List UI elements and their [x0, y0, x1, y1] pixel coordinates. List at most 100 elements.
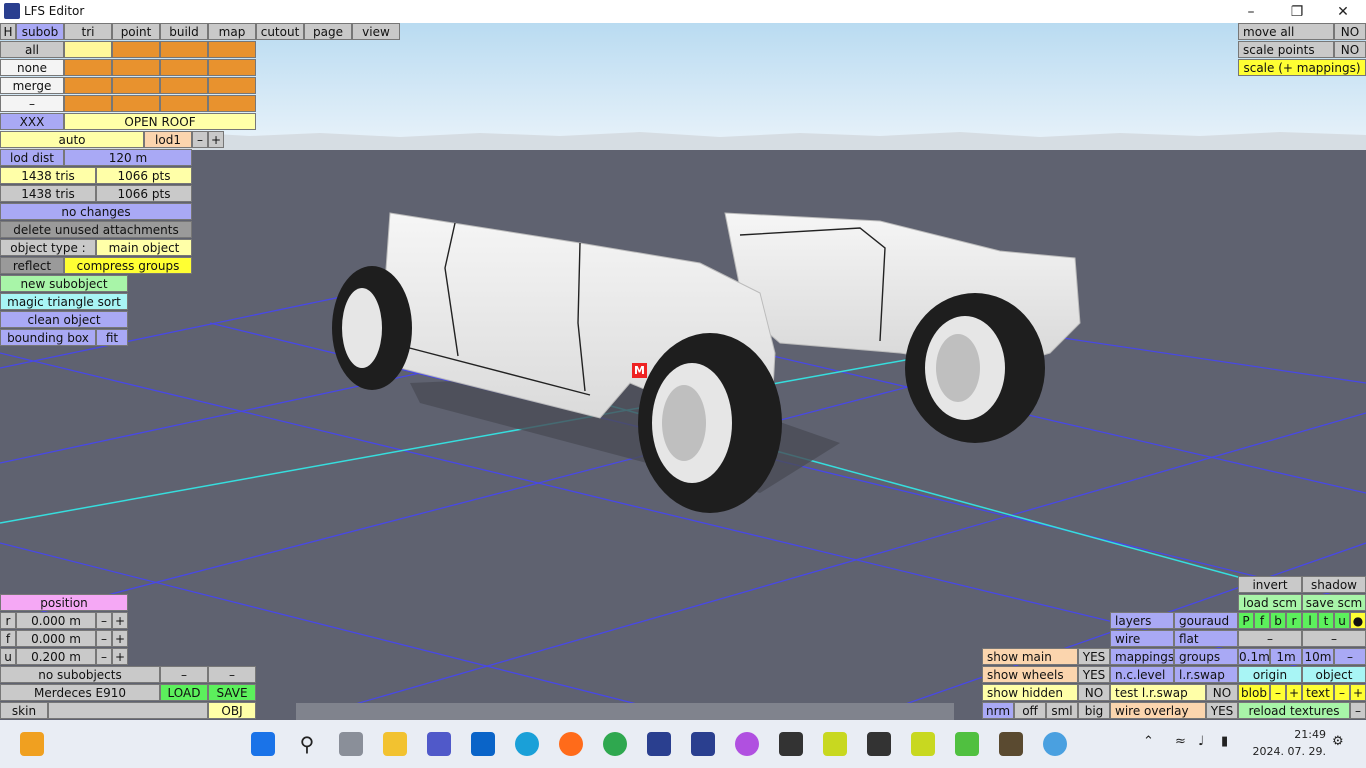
notification-icon[interactable]: ⚙ [1332, 734, 1344, 749]
menu-item-3[interactable]: point [112, 23, 160, 40]
menu-item-6[interactable]: cutout [256, 23, 304, 40]
menu-item-7[interactable]: page [304, 23, 352, 40]
mail-icon[interactable] [471, 732, 495, 756]
game-icon-2[interactable] [823, 732, 847, 756]
color-swatch[interactable] [64, 77, 112, 94]
color-swatch[interactable] [160, 59, 208, 76]
menu-item-8[interactable]: view [352, 23, 400, 40]
maximize-button[interactable]: ❐ [1274, 0, 1320, 23]
save-button[interactable]: SAVE [208, 684, 256, 701]
view-big-button[interactable]: big [1078, 702, 1110, 719]
reload-dash-button[interactable]: – [1350, 702, 1366, 719]
menu-item-4[interactable]: build [160, 23, 208, 40]
file-explorer-icon[interactable] [383, 732, 407, 756]
menu-h-0[interactable]: H [0, 23, 16, 40]
position-minus-button[interactable]: – [96, 630, 112, 647]
color-swatch[interactable] [64, 95, 112, 112]
widgets-icon[interactable] [20, 732, 44, 756]
position-value-field[interactable]: 0.200 m [16, 648, 96, 665]
text-button[interactable]: text [1302, 684, 1334, 701]
chrome-icon[interactable] [603, 732, 627, 756]
test-lr-swap-toggle[interactable]: NO [1206, 684, 1238, 701]
step-10m-button[interactable]: 10m [1302, 648, 1334, 665]
subobjects-dash-1[interactable]: – [160, 666, 208, 683]
lr-swap-button[interactable]: l.r.swap [1174, 666, 1238, 683]
menu-item-2[interactable]: tri [64, 23, 112, 40]
color-swatch[interactable] [64, 59, 112, 76]
chevron-up-icon[interactable]: ⌃ [1143, 734, 1154, 749]
edge-icon[interactable] [515, 732, 539, 756]
scale-points-toggle[interactable]: NO [1334, 41, 1366, 58]
reload-textures-button[interactable]: reload textures [1238, 702, 1350, 719]
object-type-select[interactable]: main object [96, 239, 192, 256]
clock[interactable]: 21:49 2024. 07. 29. [1253, 726, 1326, 760]
minimize-button[interactable]: – [1228, 0, 1274, 23]
nc-level-button[interactable]: n.c.level [1110, 666, 1174, 683]
blob-plus-button[interactable]: + [1286, 684, 1302, 701]
new-subobject-button[interactable]: new subobject [0, 275, 128, 292]
lod-dist-label[interactable]: lod dist [0, 149, 64, 166]
object-button[interactable]: object [1302, 666, 1366, 683]
mappings-button[interactable]: mappings [1110, 648, 1174, 665]
wifi-icon[interactable]: ≈ [1175, 734, 1186, 749]
color-swatch[interactable] [112, 95, 160, 112]
battery-icon[interactable]: ▮ [1221, 734, 1228, 749]
move-all-toggle[interactable]: NO [1334, 23, 1366, 40]
volume-icon[interactable]: ♩ [1198, 734, 1204, 749]
menu-item-5[interactable]: map [208, 23, 256, 40]
view-letter-0[interactable]: P [1238, 612, 1254, 629]
game-icon-1[interactable] [779, 732, 803, 756]
select-all-button[interactable]: all [0, 41, 64, 58]
select-none-button[interactable]: none [0, 59, 64, 76]
view-off-button[interactable]: off [1014, 702, 1046, 719]
view-sml-button[interactable]: sml [1046, 702, 1078, 719]
color-swatch[interactable] [208, 95, 256, 112]
bounding-box-button[interactable]: bounding box [0, 329, 96, 346]
view-letter-3[interactable]: r [1286, 612, 1302, 629]
xxx-button[interactable]: XXX [0, 113, 64, 130]
lod-minus-button[interactable]: – [192, 131, 208, 148]
view-letter-7[interactable]: ● [1350, 612, 1366, 629]
step-0-1m-button[interactable]: 0.1m [1238, 648, 1270, 665]
dash-left-button[interactable]: – [1238, 630, 1302, 647]
flat-button[interactable]: flat [1174, 630, 1238, 647]
shadow-button[interactable]: shadow [1302, 576, 1366, 593]
position-minus-button[interactable]: – [96, 612, 112, 629]
lfs-editor-icon[interactable] [691, 732, 715, 756]
obj-button[interactable]: OBJ [208, 702, 256, 719]
close-button[interactable]: ✕ [1320, 0, 1366, 23]
lod-plus-button[interactable]: + [208, 131, 224, 148]
origin-marker[interactable]: M [632, 363, 647, 378]
color-swatch[interactable] [112, 41, 160, 58]
color-swatch[interactable] [160, 95, 208, 112]
lod-dist-value[interactable]: 120 m [64, 149, 192, 166]
view-letter-5[interactable]: t [1318, 612, 1334, 629]
horizontal-scrollbar[interactable] [296, 703, 954, 720]
position-minus-button[interactable]: – [96, 648, 112, 665]
color-swatch[interactable] [160, 41, 208, 58]
view-letter-1[interactable]: f [1254, 612, 1270, 629]
show-hidden-toggle[interactable]: NO [1078, 684, 1110, 701]
game-icon-4[interactable] [911, 732, 935, 756]
merge-button[interactable]: merge [0, 77, 64, 94]
magic-triangle-sort-button[interactable]: magic triangle sort [0, 293, 128, 310]
menu-item-1[interactable]: subob [16, 23, 64, 40]
text-plus-button[interactable]: + [1350, 684, 1366, 701]
color-swatch[interactable] [64, 41, 112, 58]
reflect-button[interactable]: reflect [0, 257, 64, 274]
invert-button[interactable]: invert [1238, 576, 1302, 593]
subobject-name-field[interactable]: OPEN ROOF [64, 113, 256, 130]
step-1m-button[interactable]: 1m [1270, 648, 1302, 665]
color-swatch[interactable] [112, 77, 160, 94]
wire-button[interactable]: wire [1110, 630, 1174, 647]
clean-object-button[interactable]: clean object [0, 311, 128, 328]
view-letter-2[interactable]: b [1270, 612, 1286, 629]
game-icon-3[interactable] [867, 732, 891, 756]
color-swatch[interactable] [208, 59, 256, 76]
subobjects-dash-2[interactable]: – [208, 666, 256, 683]
task-view-icon[interactable] [339, 732, 363, 756]
skin-field[interactable] [48, 702, 208, 719]
start-icon[interactable] [251, 732, 275, 756]
app-icon-7[interactable] [1043, 732, 1067, 756]
position-value-field[interactable]: 0.000 m [16, 612, 96, 629]
